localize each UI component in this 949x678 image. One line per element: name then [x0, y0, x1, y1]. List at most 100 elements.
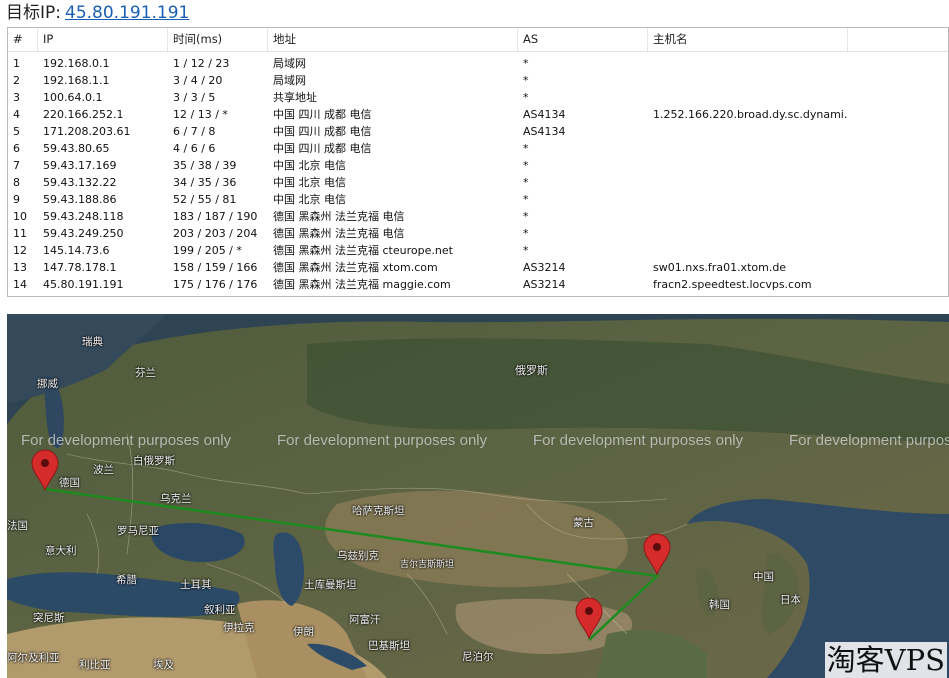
dev-watermark: For development purposes only: [533, 432, 744, 449]
hop-address-cell: 共享地址: [273, 91, 317, 104]
hop-as-cell: *: [523, 57, 529, 70]
hop-ip-cell: 171.208.203.61: [43, 125, 131, 138]
hop-hostname-cell: [648, 72, 848, 89]
hop-as-cell: AS4134: [523, 125, 566, 138]
table-row[interactable]: 13 147.78.178.1 158 / 159 / 166 德国 黑森州 法兰克福…: [8, 259, 948, 276]
hop-time-cell: 6 / 7 / 8: [173, 125, 216, 138]
map-label: 乌兹别克: [337, 550, 379, 562]
site-watermark: 淘客VPS: [824, 642, 947, 678]
table-row[interactable]: 4 220.166.252.1 12 / 13 / * 中国 四川 成都 电信 AS41…: [8, 106, 948, 123]
target-ip-header: 目标IP: 45.80.191.191: [0, 0, 949, 27]
table-row[interactable]: 8 59.43.132.22 34 / 35 / 36 中国 北京 电信 *: [8, 174, 948, 191]
hop-time-cell: 4 / 6 / 6: [173, 142, 216, 155]
hop-hostname-cell: [648, 157, 848, 174]
table-row[interactable]: 2 192.168.1.1 3 / 4 / 20 局域网 *: [8, 72, 948, 89]
table-row[interactable]: 6 59.43.80.65 4 / 6 / 6 中国 四川 成都 电信 *: [8, 140, 948, 157]
map-label: 乌克兰: [160, 493, 192, 505]
map-label: 德国: [59, 477, 80, 489]
hop-hostname-cell: [648, 242, 848, 259]
map-label: 波兰: [93, 464, 114, 476]
route-map[interactable]: 瑞典 芬兰 挪威 白俄罗斯 波兰 乌克兰 罗马尼亚 意大利 希腊 土耳其 德国 …: [7, 314, 949, 678]
hop-as-cell: *: [523, 176, 529, 189]
map-label: 意大利: [45, 545, 77, 557]
hop-address-cell: 德国 黑森州 法兰克福 电信: [273, 210, 405, 223]
hop-ip-cell: 59.43.80.65: [43, 142, 110, 155]
hop-address-cell: 中国 四川 成都 电信: [273, 142, 372, 155]
table-row[interactable]: 1 192.168.0.1 1 / 12 / 23 局域网 *: [8, 55, 948, 72]
hop-index-cell: 7: [13, 159, 20, 172]
col-hostname-header[interactable]: 主机名: [648, 28, 848, 51]
hop-address-cell: 中国 北京 电信: [273, 193, 346, 206]
table-row[interactable]: 10 59.43.248.118 183 / 187 / 190 德国 黑森州 法兰克…: [8, 208, 948, 225]
hop-hostname-cell: [648, 123, 848, 140]
hop-as-cell: *: [523, 142, 529, 155]
map-label: 阿尔及利亚: [7, 652, 60, 664]
hop-hostname-cell: [648, 225, 848, 242]
map-label: 巴基斯坦: [368, 640, 410, 652]
hop-index-cell: 14: [13, 278, 27, 291]
map-label: 土库曼斯坦: [304, 579, 357, 591]
map-label: 土耳其: [180, 579, 212, 591]
table-row[interactable]: 3 100.64.0.1 3 / 3 / 5 共享地址 *: [8, 89, 948, 106]
hop-address-cell: 德国 黑森州 法兰克福 maggie.com: [273, 278, 451, 291]
hop-address-cell: 德国 黑森州 法兰克福 电信: [273, 227, 405, 240]
hop-time-cell: 35 / 38 / 39: [173, 159, 237, 172]
hop-hostname-cell: [648, 89, 848, 106]
hop-time-cell: 3 / 3 / 5: [173, 91, 216, 104]
hop-address-cell: 局域网: [273, 74, 306, 87]
map-label: 罗马尼亚: [117, 525, 159, 537]
col-as-header[interactable]: AS: [518, 28, 648, 51]
map-label: 突尼斯: [33, 612, 65, 624]
hop-index-cell: 10: [13, 210, 27, 223]
hop-index-cell: 5: [13, 125, 20, 138]
hop-index-cell: 2: [13, 74, 20, 87]
hop-ip-cell: 100.64.0.1: [43, 91, 103, 104]
map-label: 哈萨克斯坦: [352, 505, 405, 517]
hop-ip-cell: 220.166.252.1: [43, 108, 124, 121]
col-time-header[interactable]: 时间(ms): [168, 28, 268, 51]
map-label: 日本: [780, 594, 801, 606]
col-address-header[interactable]: 地址: [268, 28, 518, 51]
map-label: 法国: [7, 520, 28, 532]
hop-address-cell: 中国 北京 电信: [273, 159, 346, 172]
col-ip-header[interactable]: IP: [38, 28, 168, 51]
map-label: 韩国: [709, 599, 730, 611]
table-row[interactable]: 14 45.80.191.191 175 / 176 / 176 德国 黑森州 法兰克…: [8, 276, 948, 293]
table-row[interactable]: 5 171.208.203.61 6 / 7 / 8 中国 四川 成都 电信 AS413…: [8, 123, 948, 140]
map-label: 埃及: [153, 659, 174, 671]
map-label: 白俄罗斯: [133, 455, 175, 467]
hop-time-cell: 158 / 159 / 166: [173, 261, 258, 274]
hop-as-cell: AS3214: [523, 261, 566, 274]
map-label: 叙利亚: [204, 604, 236, 616]
map-label: 伊朗: [293, 626, 314, 638]
hop-time-cell: 12 / 13 / *: [173, 108, 228, 121]
table-row[interactable]: 12 145.14.73.6 199 / 205 / * 德国 黑森州 法兰克福 ct…: [8, 242, 948, 259]
hop-as-cell: *: [523, 193, 529, 206]
hop-index-cell: 12: [13, 244, 27, 257]
map-label: 瑞典: [82, 336, 103, 348]
traceroute-table: # IP 时间(ms) 地址 AS 主机名 1 192.168.0.1 1 / 12…: [7, 27, 949, 297]
hop-as-cell: *: [523, 210, 529, 223]
table-row[interactable]: 11 59.43.249.250 203 / 203 / 204 德国 黑森州 法兰克…: [8, 225, 948, 242]
hop-ip-cell: 59.43.248.118: [43, 210, 124, 223]
hop-address-cell: 德国 黑森州 法兰克福 xtom.com: [273, 261, 438, 274]
hop-time-cell: 52 / 55 / 81: [173, 193, 237, 206]
hop-time-cell: 34 / 35 / 36: [173, 176, 237, 189]
hop-index-cell: 3: [13, 91, 20, 104]
hop-ip-cell: 147.78.178.1: [43, 261, 117, 274]
hop-ip-cell: 192.168.1.1: [43, 74, 110, 87]
map-label: 俄罗斯: [515, 364, 548, 377]
hop-time-cell: 183 / 187 / 190: [173, 210, 258, 223]
hop-hostname-cell: [648, 140, 848, 157]
hop-as-cell: *: [523, 227, 529, 240]
hop-hostname-cell: [648, 55, 848, 72]
hop-ip-cell: 59.43.17.169: [43, 159, 117, 172]
hop-as-cell: AS3214: [523, 278, 566, 291]
hop-as-cell: *: [523, 159, 529, 172]
target-ip-link[interactable]: 45.80.191.191: [65, 3, 189, 23]
table-row[interactable]: 7 59.43.17.169 35 / 38 / 39 中国 北京 电信 *: [8, 157, 948, 174]
col-index-header[interactable]: #: [8, 28, 38, 51]
hop-as-cell: AS4134: [523, 108, 566, 121]
hop-as-cell: *: [523, 74, 529, 87]
table-row[interactable]: 9 59.43.188.86 52 / 55 / 81 中国 北京 电信 *: [8, 191, 948, 208]
